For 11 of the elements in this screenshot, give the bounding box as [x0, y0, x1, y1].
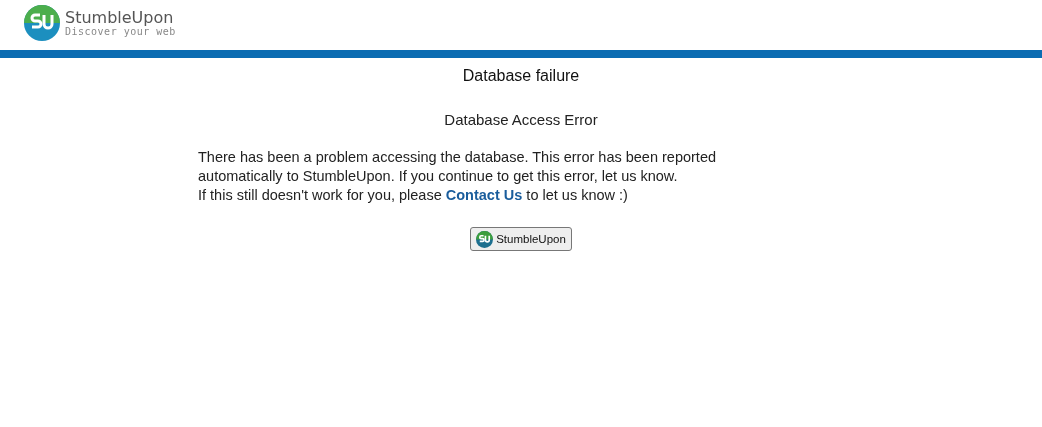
stumbleupon-button[interactable]: StumbleUpon	[470, 227, 572, 251]
contact-link[interactable]: Contact Us	[445, 187, 523, 203]
error-message: There has been a problem accessing the database. This error has been reported	[198, 148, 718, 167]
error-heading: Database Access Error	[444, 111, 598, 128]
logo-icon	[24, 5, 60, 41]
logo-icon	[476, 230, 494, 248]
brand-tagline: Discover your web	[65, 26, 176, 37]
brand-name: StumbleUpon	[65, 9, 175, 26]
help-text: If this still doesn't work for you, please Contact Us to let us know :)	[198, 186, 629, 205]
error-message: automatically to StumbleUpon. If you continue to get this error, let us know.	[198, 167, 679, 186]
page-title: Database failure	[462, 67, 580, 85]
